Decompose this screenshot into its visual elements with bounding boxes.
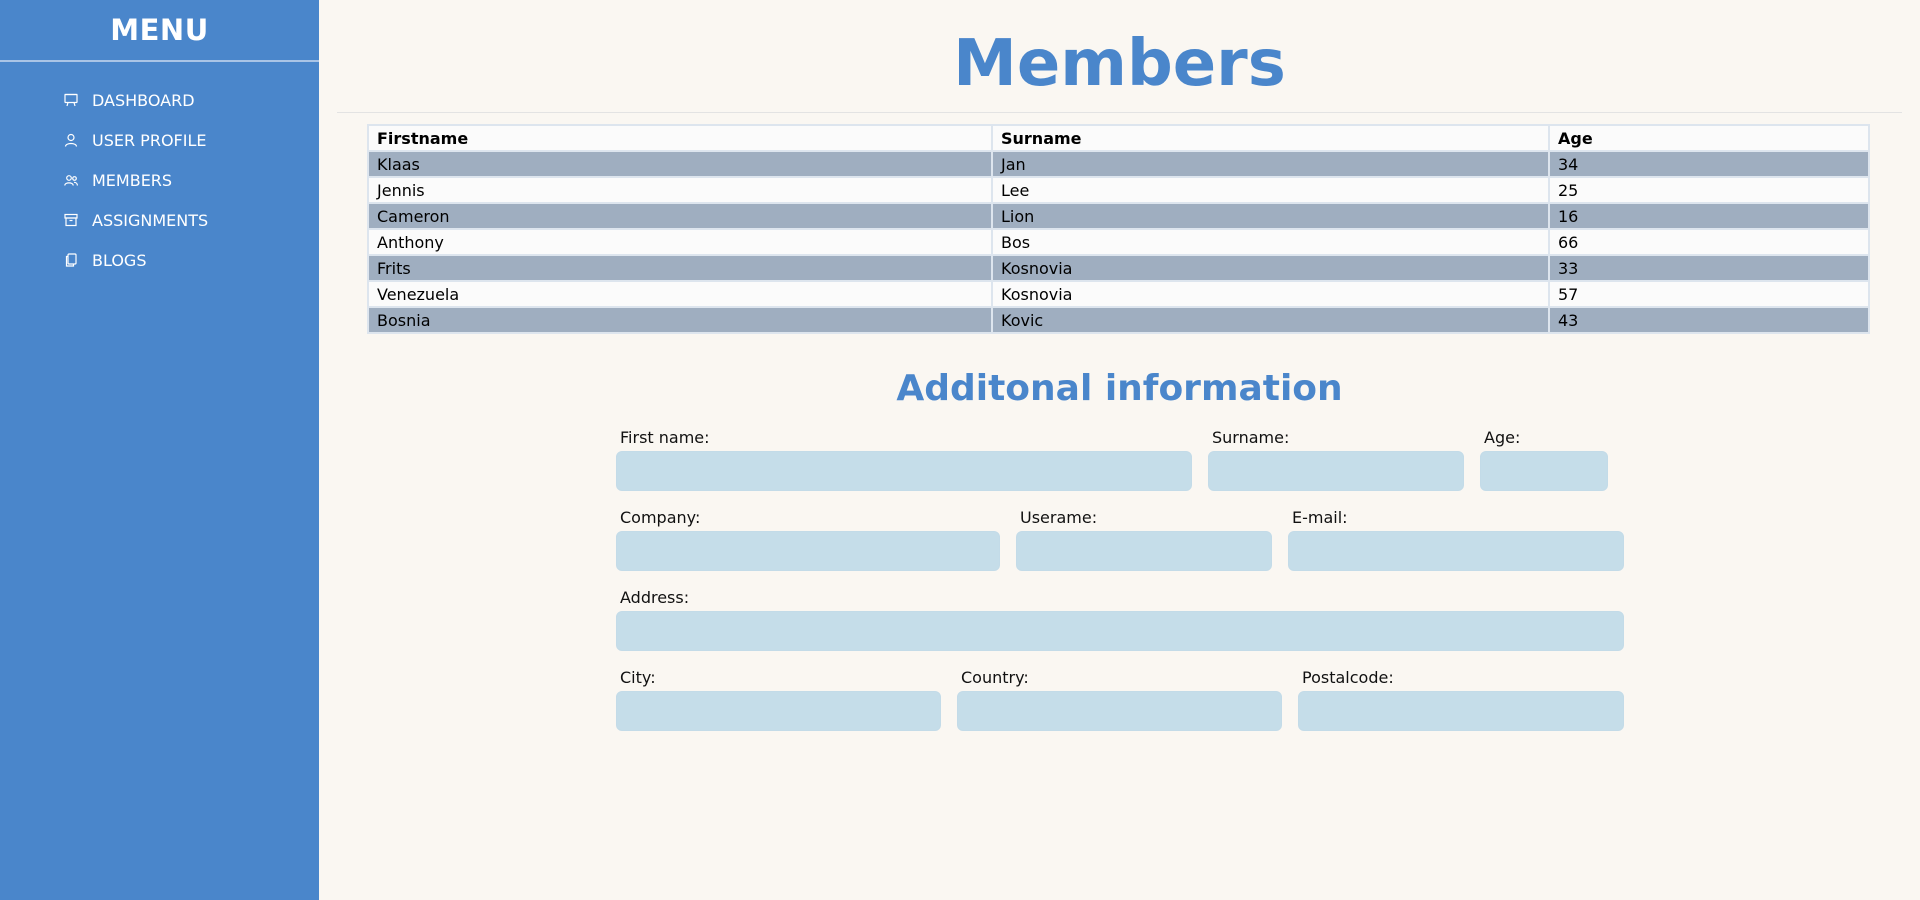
company-field: Company: <box>616 508 1000 571</box>
surname-input[interactable] <box>1208 451 1464 491</box>
city-input[interactable] <box>616 691 941 731</box>
first-name-field: First name: <box>616 428 1192 491</box>
country-label: Country: <box>961 668 1029 687</box>
cell-firstname: Bosnia <box>367 306 993 334</box>
postalcode-input[interactable] <box>1298 691 1624 731</box>
main-content: Members Firstname Surname Age Klaas Jan … <box>319 0 1920 900</box>
cell-age: 25 <box>1548 176 1870 204</box>
page-title: Members <box>337 0 1902 113</box>
city-field: City: <box>616 668 941 731</box>
cell-firstname: Jennis <box>367 176 993 204</box>
column-header-firstname: Firstname <box>367 124 993 152</box>
table-row: Klaas Jan 34 <box>367 150 1870 178</box>
archive-box-icon <box>64 213 78 227</box>
username-label: Userame: <box>1020 508 1098 527</box>
country-input[interactable] <box>957 691 1282 731</box>
user-icon <box>64 133 78 147</box>
cell-surname: Lee <box>991 176 1550 204</box>
sidebar-item-assignments[interactable]: ASSIGNMENTS <box>0 200 319 240</box>
additional-info-title: Additonal information <box>896 368 1343 409</box>
sidebar-item-label: DASHBOARD <box>92 90 195 110</box>
sidebar-item-label: ASSIGNMENTS <box>92 210 209 230</box>
sidebar-item-blogs[interactable]: BLOGS <box>0 240 319 280</box>
cell-firstname: Cameron <box>367 202 993 230</box>
cell-firstname: Anthony <box>367 228 993 256</box>
company-label: Company: <box>620 508 701 527</box>
city-label: City: <box>620 668 656 687</box>
cell-surname: Kovic <box>991 306 1550 334</box>
email-field: E-mail: <box>1288 508 1624 571</box>
cell-surname: Kosnovia <box>991 280 1550 308</box>
address-field: Address: <box>616 588 1624 651</box>
presentation-board-icon <box>64 93 78 107</box>
table-row: Jennis Lee 25 <box>367 176 1870 204</box>
first-name-input[interactable] <box>616 451 1192 491</box>
username-field: Userame: <box>1016 508 1272 571</box>
cell-surname: Kosnovia <box>991 254 1550 282</box>
cell-age: 16 <box>1548 202 1870 230</box>
surname-label: Surname: <box>1212 428 1290 447</box>
email-input[interactable] <box>1288 531 1624 571</box>
table-row: Cameron Lion 16 <box>367 202 1870 230</box>
cell-age: 66 <box>1548 228 1870 256</box>
cell-firstname: Frits <box>367 254 993 282</box>
sidebar-item-dashboard[interactable]: DASHBOARD <box>0 80 319 120</box>
email-label: E-mail: <box>1292 508 1348 527</box>
sidebar-nav: DASHBOARD USER PROFILE MEMBERS ASSIGNMEN… <box>0 62 319 280</box>
sidebar-item-label: USER PROFILE <box>92 130 207 150</box>
country-field: Country: <box>957 668 1282 731</box>
cell-surname: Lion <box>991 202 1550 230</box>
address-input[interactable] <box>616 611 1624 651</box>
sidebar-item-user-profile[interactable]: USER PROFILE <box>0 120 319 160</box>
sidebar: MENU DASHBOARD USER PROFILE MEMBERS ASSI… <box>0 0 319 900</box>
sidebar-item-members[interactable]: MEMBERS <box>0 160 319 200</box>
table-row: Frits Kosnovia 33 <box>367 254 1870 282</box>
cell-firstname: Venezuela <box>367 280 993 308</box>
table-row: Bosnia Kovic 43 <box>367 306 1870 334</box>
address-label: Address: <box>620 588 690 607</box>
members-table: Firstname Surname Age Klaas Jan 34 Jenni… <box>367 124 1870 334</box>
table-header-row: Firstname Surname Age <box>367 124 1870 152</box>
age-label: Age: <box>1484 428 1521 447</box>
postalcode-field: Postalcode: <box>1298 668 1624 731</box>
cell-firstname: Klaas <box>367 150 993 178</box>
users-icon <box>64 173 78 187</box>
company-input[interactable] <box>616 531 1000 571</box>
menu-title: MENU <box>0 0 319 62</box>
cell-age: 34 <box>1548 150 1870 178</box>
cell-age: 33 <box>1548 254 1870 282</box>
table-row: Anthony Bos 66 <box>367 228 1870 256</box>
table-row: Venezuela Kosnovia 57 <box>367 280 1870 308</box>
age-input[interactable] <box>1480 451 1608 491</box>
sidebar-item-label: BLOGS <box>92 250 147 270</box>
cell-age: 43 <box>1548 306 1870 334</box>
age-field: Age: <box>1480 428 1608 491</box>
column-header-surname: Surname <box>991 124 1550 152</box>
sidebar-item-label: MEMBERS <box>92 170 173 190</box>
column-header-age: Age <box>1548 124 1870 152</box>
cell-age: 57 <box>1548 280 1870 308</box>
postalcode-label: Postalcode: <box>1302 668 1394 687</box>
cell-surname: Bos <box>991 228 1550 256</box>
document-copy-icon <box>64 253 78 267</box>
surname-field: Surname: <box>1208 428 1464 491</box>
cell-surname: Jan <box>991 150 1550 178</box>
username-input[interactable] <box>1016 531 1272 571</box>
first-name-label: First name: <box>620 428 710 447</box>
